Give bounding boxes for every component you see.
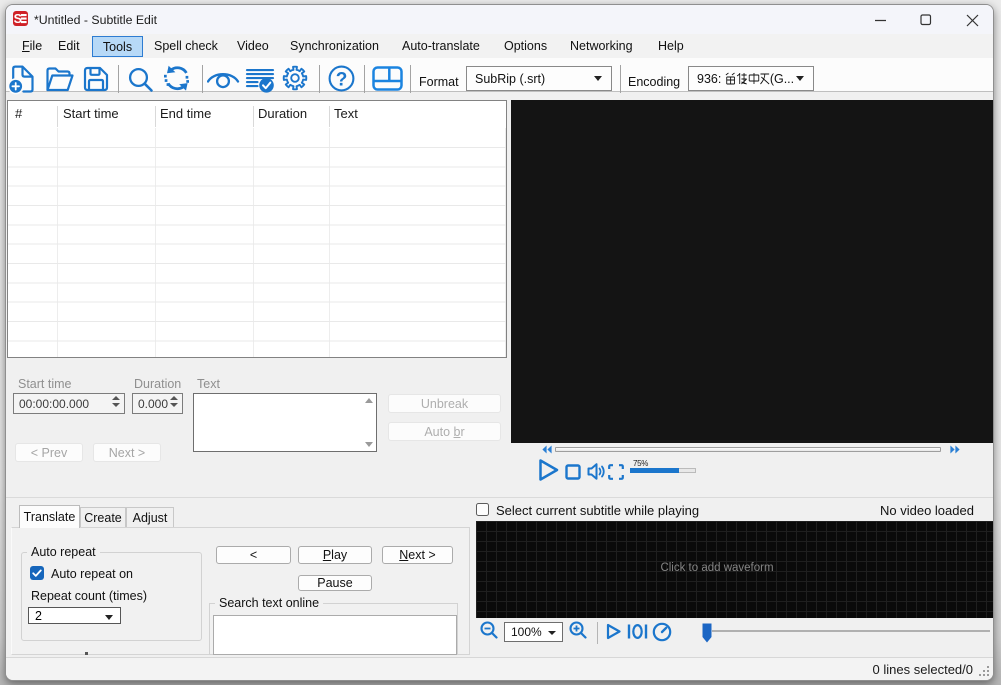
svg-text:S: S <box>14 12 22 26</box>
svg-text:?: ? <box>336 69 348 90</box>
